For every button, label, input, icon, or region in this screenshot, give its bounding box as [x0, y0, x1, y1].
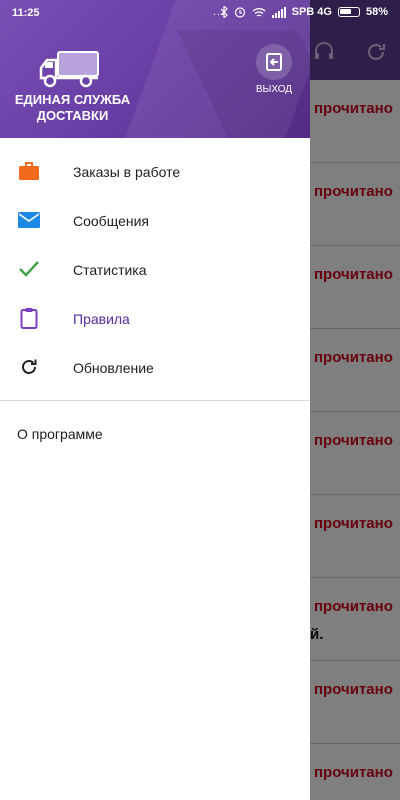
exit-button[interactable]: ВЫХОД [254, 44, 294, 104]
mail-icon [17, 208, 41, 232]
alarm-icon [234, 7, 245, 18]
signal-icon [271, 6, 286, 18]
brand-title: ЕДИНАЯ СЛУЖБА ДОСТАВКИ [0, 92, 145, 124]
about-program-item[interactable]: О программе [17, 426, 103, 442]
truck-logo-icon [39, 51, 99, 88]
menu-divider [0, 400, 310, 401]
menu-item-label: Сообщения [73, 212, 149, 229]
wifi-icon [252, 7, 266, 17]
menu-item-messages[interactable]: Сообщения [0, 196, 310, 245]
exit-icon [266, 53, 282, 71]
exit-icon-circle[interactable] [256, 44, 292, 80]
menu-item-label: Правила [73, 310, 130, 327]
bluetooth-icon [220, 6, 228, 18]
check-icon [17, 257, 41, 281]
refresh-icon [17, 355, 41, 379]
brand-line-1: ЕДИНАЯ СЛУЖБА [14, 92, 131, 107]
menu-item-orders[interactable]: Заказы в работе [0, 147, 310, 196]
menu-item-update[interactable]: Обновление [0, 343, 310, 392]
clipboard-icon [17, 306, 41, 330]
drawer-menu: Заказы в работе Сообщения Статистика Пра… [0, 147, 310, 392]
exit-label: ВЫХОД [255, 84, 293, 95]
network-label: SPB 4G [291, 6, 332, 18]
status-bar: 11:25 ... SPB 4G 58% [0, 0, 400, 26]
battery-percent: 58% [365, 6, 388, 18]
battery-icon [337, 7, 360, 17]
menu-item-rules[interactable]: Правила [0, 294, 310, 343]
menu-item-statistics[interactable]: Статистика [0, 245, 310, 294]
menu-item-label: Обновление [73, 359, 154, 376]
briefcase-icon [17, 159, 41, 183]
status-time: 11:25 [12, 7, 40, 19]
navigation-drawer: ЕДИНАЯ СЛУЖБА ДОСТАВКИ ВЫХОД Заказы в ра… [0, 0, 310, 800]
menu-item-label: Статистика [73, 261, 147, 278]
menu-item-label: Заказы в работе [73, 163, 181, 180]
status-indicators: SPB 4G 58% [220, 6, 388, 18]
brand-line-2: ДОСТАВКИ [36, 108, 109, 123]
